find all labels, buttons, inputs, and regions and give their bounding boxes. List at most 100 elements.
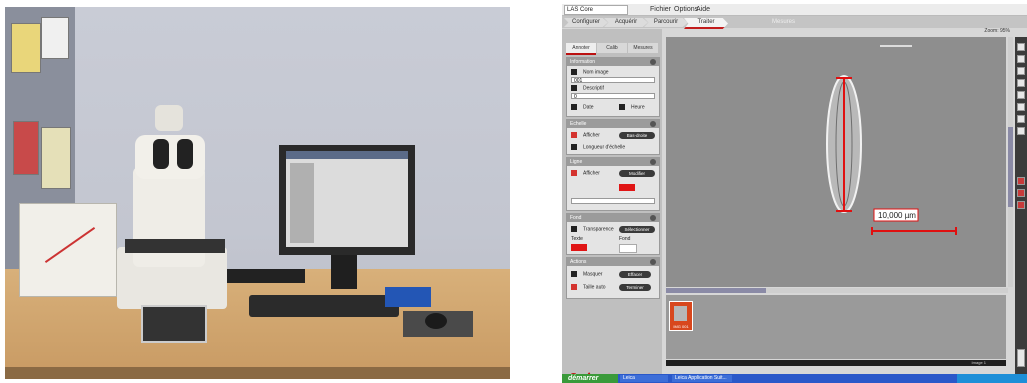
checkbox[interactable]	[571, 144, 577, 150]
panel-tab-mesures[interactable]: Mesures	[628, 43, 658, 53]
collapse-icon[interactable]	[650, 121, 656, 127]
control-tablet	[141, 305, 207, 343]
row-nom-image[interactable]: Nom image	[571, 69, 609, 76]
collapse-icon[interactable]	[650, 59, 656, 65]
tab-traiter[interactable]: Traiter	[684, 18, 728, 29]
row-date[interactable]: Date	[571, 104, 594, 111]
tab-acquerir[interactable]: Acquérir	[604, 18, 648, 27]
monitor	[279, 145, 415, 255]
section-header: Fond	[567, 214, 659, 222]
section-header: Echelle	[567, 120, 659, 128]
tool-icon[interactable]	[1017, 55, 1025, 63]
tool-icon[interactable]	[1017, 127, 1025, 135]
nom-image-field[interactable]: 001	[571, 77, 655, 84]
row-transparence[interactable]: Transparence	[571, 226, 614, 233]
section-header: Actions	[567, 258, 659, 266]
transparence-select[interactable]: Sélectionner	[619, 226, 655, 233]
label-texte: Texte	[571, 236, 583, 242]
keyboard	[249, 295, 399, 317]
mouse	[425, 313, 447, 329]
blue-box	[385, 287, 431, 307]
row-masquer[interactable]: Masquer	[571, 271, 602, 278]
checkbox[interactable]	[571, 85, 577, 91]
terminer-button[interactable]: Terminer	[619, 284, 651, 291]
checkbox[interactable]	[571, 170, 577, 176]
tool-icon[interactable]	[1017, 189, 1025, 197]
poster	[13, 121, 39, 175]
descriptif-field[interactable]: 0	[571, 93, 655, 100]
text-color-swatch[interactable]	[571, 244, 587, 251]
tab-configurer[interactable]: Configurer	[564, 18, 608, 27]
poster	[11, 23, 41, 73]
row-descriptif[interactable]: Descriptif	[571, 85, 604, 92]
zoom-readout: Zoom: 95%	[984, 28, 1010, 34]
microscope-camera	[155, 105, 183, 131]
microscope-stage	[125, 239, 225, 253]
menu-options[interactable]: Options	[674, 5, 698, 14]
side-panel: Annoter Calib Mesures Information Nom im…	[562, 29, 662, 383]
tool-icon[interactable]	[1017, 91, 1025, 99]
collapse-icon[interactable]	[650, 259, 656, 265]
effacer-button[interactable]: Effacer	[619, 271, 651, 278]
checkbox[interactable]	[619, 104, 625, 110]
viewer-vertical-scrollbar[interactable]	[1008, 37, 1013, 287]
poster	[41, 17, 69, 59]
tool-icon[interactable]	[1017, 115, 1025, 123]
app-title: LAS Core	[564, 5, 628, 15]
tab-parcourir[interactable]: Parcourir	[644, 18, 688, 27]
checkbox[interactable]	[571, 284, 577, 290]
desk-edge	[5, 367, 510, 379]
checkbox[interactable]	[571, 69, 577, 75]
tool-icon[interactable]	[1017, 79, 1025, 87]
checkbox[interactable]	[571, 271, 577, 277]
tool-icon[interactable]	[1017, 43, 1025, 51]
taskbar-item[interactable]: Leica	[620, 375, 668, 382]
ligne-modifier-button[interactable]: Modifier	[619, 170, 655, 177]
tool-icon[interactable]	[1017, 67, 1025, 75]
section-echelle: Echelle Afficher Bas-droite Longueur d'é…	[566, 119, 660, 155]
tool-icon[interactable]	[1017, 201, 1025, 209]
line-color-swatch[interactable]	[619, 184, 635, 191]
taskbar-item[interactable]: Leica Application Suit...	[672, 375, 732, 382]
ligne-field[interactable]	[571, 198, 655, 204]
row-longueur[interactable]: Longueur d'échelle	[571, 144, 625, 151]
checkbox[interactable]	[571, 104, 577, 110]
monitor-screen	[286, 151, 408, 247]
menu-bar: LAS Core Fichier Options Aide	[562, 4, 1027, 16]
collapse-icon[interactable]	[650, 215, 656, 221]
row-afficher-echelle[interactable]: Afficher	[571, 132, 600, 139]
echelle-position-select[interactable]: Bas-droite	[619, 132, 655, 139]
section-header: Ligne	[567, 158, 659, 166]
menu-aide[interactable]: Aide	[696, 5, 710, 14]
workflow-bar: Configurer Acquérir Parcourir Traiter Me…	[562, 16, 1027, 29]
panel-tab-calib[interactable]: Calib	[597, 43, 627, 53]
eyepiece-left	[153, 139, 169, 169]
row-afficher-ligne[interactable]: Afficher	[571, 170, 600, 177]
viewer-horizontal-scrollbar[interactable]	[666, 288, 1008, 293]
menu-fichier[interactable]: Fichier	[650, 5, 671, 14]
section-fond: Fond Transparence Sélectionner Texte Fon…	[566, 213, 660, 255]
status-text: Image 1	[971, 360, 986, 365]
lab-photo	[5, 7, 510, 379]
poster	[41, 127, 71, 189]
panel-tabs: Annoter Calib Mesures	[566, 43, 658, 55]
status-bar: Image 1	[666, 360, 1006, 366]
section-ligne: Ligne Afficher Modifier	[566, 157, 660, 211]
checkbox[interactable]	[571, 226, 577, 232]
panel-tab-annoter[interactable]: Annoter	[566, 43, 596, 55]
light-source-box	[19, 203, 117, 297]
row-taille-auto[interactable]: Taille auto	[571, 284, 606, 291]
image-thumbnail[interactable]: IMG 001	[669, 301, 693, 331]
collapse-icon[interactable]	[650, 159, 656, 165]
section-header: Information	[567, 58, 659, 66]
bg-color-swatch[interactable]	[619, 244, 637, 253]
start-button[interactable]: démarrer	[562, 374, 618, 383]
row-heure[interactable]: Heure	[619, 104, 645, 111]
tool-icon[interactable]	[1017, 349, 1025, 367]
tool-icon[interactable]	[1017, 177, 1025, 185]
tool-icon[interactable]	[1017, 103, 1025, 111]
checkbox[interactable]	[571, 132, 577, 138]
system-tray	[957, 374, 1027, 383]
image-viewer[interactable]: Zoom: 95% 10,000 µm	[666, 28, 1010, 287]
las-app-window: LAS Core Fichier Options Aide Configurer…	[562, 4, 1027, 383]
